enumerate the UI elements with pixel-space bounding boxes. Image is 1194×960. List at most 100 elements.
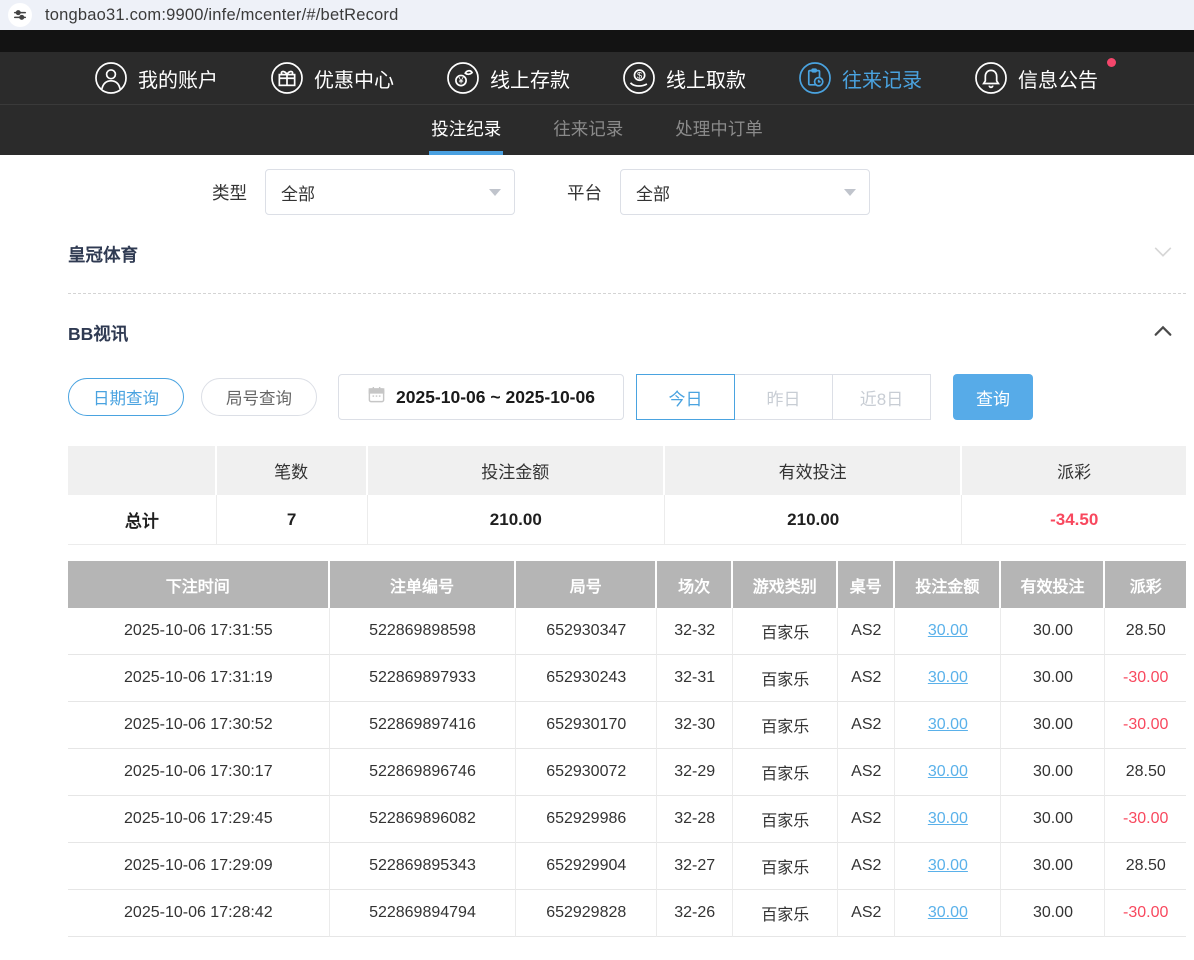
bet-amount-cell: 30.00 xyxy=(895,749,1001,796)
payout-cell: 28.50 xyxy=(1105,749,1186,796)
type-filter-label: 类型 xyxy=(212,180,247,205)
quick-date-group: 今日 昨日 近8日 xyxy=(636,374,931,420)
bet-amount-link[interactable]: 30.00 xyxy=(928,716,968,733)
nav-item-online-withdraw[interactable]: $ 线上取款 xyxy=(622,61,746,95)
valid-bet-cell: 30.00 xyxy=(1001,796,1105,843)
bet-amount-link[interactable]: 30.00 xyxy=(928,669,968,686)
site-settings-icon[interactable] xyxy=(8,3,32,27)
order-no-cell: 522869895343 xyxy=(330,843,517,890)
valid-bet-cell: 30.00 xyxy=(1001,843,1105,890)
chevron-up-icon[interactable] xyxy=(1152,320,1174,347)
nav-label: 我的账户 xyxy=(138,64,218,93)
bet-table-header-row: 下注时间 注单编号 局号 场次 游戏类别 桌号 投注金额 有效投注 派彩 xyxy=(68,561,1186,608)
payout-cell: -30.00 xyxy=(1105,655,1186,702)
valid-bet-cell: 30.00 xyxy=(1001,890,1105,937)
today-button[interactable]: 今日 xyxy=(636,374,735,420)
summary-payout-value: -34.50 xyxy=(962,495,1186,545)
section-title: 皇冠体育 xyxy=(68,242,138,267)
session-cell: 32-29 xyxy=(657,749,733,796)
date-query-button[interactable]: 日期查询 xyxy=(68,378,184,416)
platform-filter-label: 平台 xyxy=(567,180,602,205)
summary-count-value: 7 xyxy=(217,495,368,545)
url-text[interactable]: tongbao31.com:9900/infe/mcenter/#/betRec… xyxy=(45,6,399,25)
bet-amount-link[interactable]: 30.00 xyxy=(928,857,968,874)
payout-cell: -30.00 xyxy=(1105,702,1186,749)
bet-amount-cell: 30.00 xyxy=(895,843,1001,890)
search-button[interactable]: 查询 xyxy=(953,374,1033,420)
session-cell: 32-27 xyxy=(657,843,733,890)
payout-cell: 28.50 xyxy=(1105,608,1186,655)
nav-label: 信息公告 xyxy=(1018,64,1098,93)
filter-row: 类型 全部 平台 全部 xyxy=(68,169,1186,215)
type-select-value: 全部 xyxy=(281,180,315,205)
bet-amount-link[interactable]: 30.00 xyxy=(928,622,968,639)
summary-header-count: 笔数 xyxy=(217,446,368,495)
bet-time-cell: 2025-10-06 17:31:55 xyxy=(68,608,330,655)
summary-header-payout: 派彩 xyxy=(962,446,1186,495)
table-no-cell: AS2 xyxy=(838,749,895,796)
chevron-down-icon xyxy=(844,189,856,196)
nav-item-promotions[interactable]: 优惠中心 xyxy=(270,61,394,95)
notification-badge xyxy=(1107,58,1116,67)
svg-text:¥: ¥ xyxy=(457,76,464,86)
table-no-cell: AS2 xyxy=(838,608,895,655)
type-select[interactable]: 全部 xyxy=(265,169,515,215)
query-bar: 日期查询 局号查询 2025-10-06 ~ 2025-10-06 今日 昨日 … xyxy=(68,374,1186,420)
tab-bet-record[interactable]: 投注纪录 xyxy=(429,105,503,155)
nav-label: 往来记录 xyxy=(842,64,922,93)
platform-select[interactable]: 全部 xyxy=(620,169,870,215)
payout-cell: -30.00 xyxy=(1105,890,1186,937)
chevron-down-icon[interactable] xyxy=(1152,241,1174,268)
nav-label: 线上存款 xyxy=(490,64,570,93)
round-query-button[interactable]: 局号查询 xyxy=(201,378,317,416)
round-no-cell: 652929986 xyxy=(516,796,657,843)
summary-table: 笔数 投注金额 有效投注 派彩 总计 7 210.00 210.00 -34.5… xyxy=(68,446,1186,545)
bet-amount-cell: 30.00 xyxy=(895,796,1001,843)
date-range-value: 2025-10-06 ~ 2025-10-06 xyxy=(396,387,595,408)
page: tongbao31.com:9900/infe/mcenter/#/betRec… xyxy=(0,0,1194,960)
table-row: 2025-10-06 17:29:45 522869896082 6529299… xyxy=(68,796,1186,843)
summary-header-row: 笔数 投注金额 有效投注 派彩 xyxy=(68,446,1186,495)
records-icon xyxy=(798,61,832,95)
table-row: 2025-10-06 17:30:17 522869896746 6529300… xyxy=(68,749,1186,796)
header-table-no: 桌号 xyxy=(838,561,895,608)
bet-amount-cell: 30.00 xyxy=(895,890,1001,937)
nav-item-online-deposit[interactable]: ¥ 线上存款 xyxy=(446,61,570,95)
game-type-cell: 百家乐 xyxy=(733,890,838,937)
nav-item-announcements[interactable]: 信息公告 xyxy=(974,61,1098,95)
bet-time-cell: 2025-10-06 17:28:42 xyxy=(68,890,330,937)
section-title: BB视讯 xyxy=(68,321,128,346)
nav-item-my-account[interactable]: 我的账户 xyxy=(94,61,218,95)
session-cell: 32-32 xyxy=(657,608,733,655)
round-no-cell: 652929828 xyxy=(516,890,657,937)
bet-time-cell: 2025-10-06 17:30:17 xyxy=(68,749,330,796)
game-type-cell: 百家乐 xyxy=(733,749,838,796)
date-range-picker[interactable]: 2025-10-06 ~ 2025-10-06 xyxy=(338,374,624,420)
section-bb-video[interactable]: BB视讯 xyxy=(68,318,1186,348)
last-8-days-button[interactable]: 近8日 xyxy=(832,374,931,420)
game-type-cell: 百家乐 xyxy=(733,655,838,702)
order-no-cell: 522869896746 xyxy=(330,749,517,796)
content: 类型 全部 平台 全部 皇冠体育 BB视讯 xyxy=(0,169,1194,937)
summary-bet-amount-value: 210.00 xyxy=(368,495,665,545)
order-no-cell: 522869896082 xyxy=(330,796,517,843)
table-row: 2025-10-06 17:31:19 522869897933 6529302… xyxy=(68,655,1186,702)
payout-cell: -30.00 xyxy=(1105,796,1186,843)
tab-transaction-record[interactable]: 往来记录 xyxy=(551,105,625,155)
deposit-icon: ¥ xyxy=(446,61,480,95)
tab-processing-orders[interactable]: 处理中订单 xyxy=(673,105,765,155)
bet-amount-link[interactable]: 30.00 xyxy=(928,763,968,780)
round-no-cell: 652929904 xyxy=(516,843,657,890)
yesterday-button[interactable]: 昨日 xyxy=(734,374,833,420)
bet-amount-link[interactable]: 30.00 xyxy=(928,904,968,921)
session-cell: 32-26 xyxy=(657,890,733,937)
section-crown-sports[interactable]: 皇冠体育 xyxy=(68,239,1186,269)
table-no-cell: AS2 xyxy=(838,702,895,749)
table-no-cell: AS2 xyxy=(838,843,895,890)
bet-amount-link[interactable]: 30.00 xyxy=(928,810,968,827)
summary-header-valid-bet: 有效投注 xyxy=(665,446,962,495)
record-tabs: 投注纪录 往来记录 处理中订单 xyxy=(0,105,1194,155)
nav-item-transaction-records[interactable]: 往来记录 xyxy=(798,61,922,95)
bet-time-cell: 2025-10-06 17:30:52 xyxy=(68,702,330,749)
table-row: 2025-10-06 17:29:09 522869895343 6529299… xyxy=(68,843,1186,890)
